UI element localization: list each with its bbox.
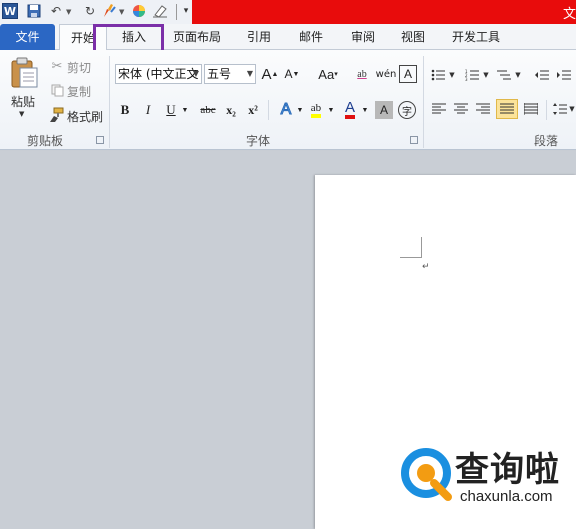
toolbar-separator	[176, 4, 177, 20]
word-logo-icon: W	[2, 3, 18, 19]
bullets-dropdown-icon[interactable]: ▼	[448, 66, 456, 84]
format-brush-icon[interactable]	[101, 3, 117, 19]
chevron-down-icon: ▼	[192, 69, 199, 78]
align-right-icon[interactable]	[474, 100, 492, 118]
paragraph-mark-icon: ↵	[422, 262, 430, 272]
strikethrough-button[interactable]: abc	[196, 100, 220, 120]
underline-button[interactable]: U	[162, 100, 180, 120]
tab-references[interactable]: 引用	[240, 24, 278, 50]
undo-dropdown-icon[interactable]: ▼	[66, 8, 71, 16]
color-wheel-icon[interactable]	[131, 3, 147, 19]
justify-icon[interactable]	[496, 99, 518, 119]
paste-icon[interactable]	[8, 56, 40, 90]
distributed-align-icon[interactable]	[522, 100, 540, 118]
line-spacing-dropdown-icon[interactable]: ▼	[568, 100, 576, 118]
character-shading-button[interactable]: A	[375, 101, 393, 119]
window-title: 文	[562, 7, 576, 22]
increase-indent-icon[interactable]	[556, 66, 572, 84]
multilevel-dropdown-icon[interactable]: ▼	[514, 66, 522, 84]
title-bar: 文	[192, 0, 576, 24]
highlight-button[interactable]: ab	[306, 100, 326, 120]
save-icon[interactable]	[26, 3, 42, 19]
watermark-subtitle: chaxunla.com	[460, 488, 553, 505]
font-name-select[interactable]: 宋体 (中文正文 ▼	[115, 64, 202, 84]
font-launcher-icon[interactable]	[410, 136, 418, 144]
scissors-icon[interactable]: ✂	[50, 59, 64, 74]
group-divider	[109, 56, 110, 148]
brush-dropdown-icon[interactable]: ▼	[119, 8, 124, 16]
cut-button[interactable]: 剪切	[67, 59, 91, 76]
copy-button[interactable]: 复制	[67, 83, 91, 100]
highlight-dropdown-icon[interactable]: ▼	[327, 100, 335, 120]
redo-icon[interactable]: ↻	[82, 3, 98, 19]
multilevel-list-icon[interactable]	[496, 66, 512, 84]
paste-button[interactable]: 粘贴	[11, 93, 35, 110]
divider	[268, 100, 269, 120]
paste-dropdown-icon[interactable]: ▼	[19, 110, 24, 118]
eraser-icon[interactable]	[152, 3, 168, 19]
align-left-icon[interactable]	[430, 100, 448, 118]
character-border-button[interactable]: A	[399, 65, 417, 83]
copy-icon[interactable]	[50, 83, 64, 97]
numbering-icon[interactable]: 123	[464, 66, 480, 84]
tab-file[interactable]: 文件	[0, 24, 55, 50]
bold-button[interactable]: B	[116, 100, 134, 120]
tab-developer[interactable]: 开发工具	[444, 24, 508, 50]
font-size-select[interactable]: 五号 ▼	[204, 64, 256, 84]
numbering-dropdown-icon[interactable]: ▼	[482, 66, 490, 84]
clear-format-button[interactable]: ab	[352, 64, 372, 84]
paragraph-group-label: 段落	[534, 134, 559, 148]
text-effect-button[interactable]: A	[276, 100, 296, 120]
decrease-indent-icon[interactable]	[534, 66, 550, 84]
grow-font-button[interactable]: A ▲	[261, 64, 279, 84]
watermark-title: 查询啦	[455, 450, 560, 490]
tab-view[interactable]: 视图	[394, 24, 432, 50]
font-group-label: 字体	[246, 134, 271, 148]
ribbon-tabs: 文件 开始 插入 页面布局 引用 邮件 审阅 视图 开发工具	[0, 24, 576, 51]
bullets-icon[interactable]	[430, 66, 446, 84]
text-effect-dropdown-icon[interactable]: ▼	[296, 100, 304, 120]
underline-dropdown-icon[interactable]: ▼	[180, 100, 190, 120]
svg-text:3: 3	[465, 77, 468, 81]
clipboard-launcher-icon[interactable]	[96, 136, 104, 144]
change-case-button[interactable]: Aa ▾	[313, 64, 343, 84]
font-color-button[interactable]: A	[340, 100, 360, 120]
watermark-logo-icon	[401, 448, 452, 501]
font-size-value: 五号	[207, 67, 232, 81]
divider	[546, 100, 547, 120]
quick-access-toolbar: W ↶ ▼ ↻ ▼ ▾ 文	[0, 0, 576, 24]
tab-review[interactable]: 审阅	[344, 24, 382, 50]
tab-mailings[interactable]: 邮件	[292, 24, 330, 50]
phonetic-guide-button[interactable]: wén	[375, 64, 397, 84]
format-painter-icon[interactable]	[48, 107, 64, 123]
enclose-characters-button[interactable]: 字	[398, 101, 416, 119]
margin-corner-mark	[400, 237, 422, 258]
phonetic-icon: wén	[375, 68, 397, 80]
align-center-icon[interactable]	[452, 100, 470, 118]
italic-button[interactable]: I	[139, 100, 157, 120]
format-painter-button[interactable]: 格式刷	[67, 108, 103, 125]
clipboard-group-label: 剪贴板	[27, 134, 64, 148]
superscript-button[interactable]: x²	[244, 100, 262, 120]
ribbon-home: 粘贴 ▼ ✂ 剪切 复制 格式刷 剪贴板 宋体 (中文正文 ▼ 五号 ▼ A ▲ …	[0, 50, 576, 150]
undo-icon[interactable]: ↶	[48, 3, 64, 19]
shrink-font-button[interactable]: A ▼	[283, 64, 301, 84]
group-divider	[423, 56, 424, 148]
chevron-down-icon: ▼	[246, 69, 253, 78]
line-spacing-icon[interactable]	[552, 100, 568, 118]
tab-page-layout[interactable]: 页面布局	[166, 24, 228, 50]
clear-format-icon: ab	[357, 68, 367, 80]
font-name-value: 宋体 (中文正文	[118, 67, 199, 81]
subscript-button[interactable]: x₂	[222, 100, 240, 120]
font-color-dropdown-icon[interactable]: ▼	[361, 100, 369, 120]
